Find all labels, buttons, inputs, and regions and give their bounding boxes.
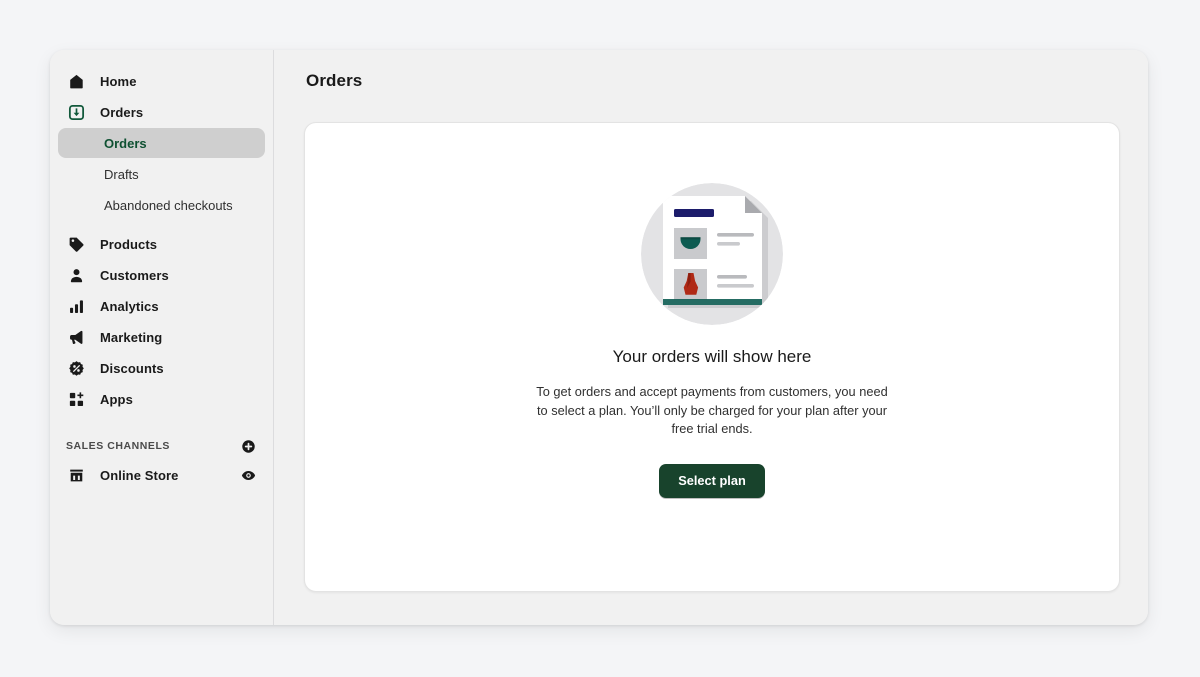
sidebar-item-analytics[interactable]: Analytics: [58, 291, 265, 321]
home-icon: [66, 71, 86, 91]
tag-icon: [66, 234, 86, 254]
content-card: Your orders will show here To get orders…: [304, 122, 1120, 592]
sidebar-subitem-orders[interactable]: Orders: [58, 128, 265, 158]
sidebar-item-discounts[interactable]: Discounts: [58, 353, 265, 383]
bar-chart-icon: [66, 296, 86, 316]
app-window: Home Orders Orders Drafts Abandoned chec…: [50, 50, 1148, 625]
storefront-icon: [66, 465, 86, 485]
empty-state-title: Your orders will show here: [612, 347, 812, 366]
sidebar-item-label: Customers: [100, 267, 169, 283]
sidebar-subitem-abandoned-checkouts[interactable]: Abandoned checkouts: [58, 190, 265, 220]
apps-icon: [66, 389, 86, 409]
sidebar-item-label: Products: [100, 236, 158, 252]
sidebar-item-marketing[interactable]: Marketing: [58, 322, 265, 352]
sidebar-item-customers[interactable]: Customers: [58, 260, 265, 290]
sidebar-item-online-store[interactable]: Online Store: [58, 460, 265, 490]
megaphone-icon: [66, 327, 86, 347]
sidebar-item-label: Discounts: [100, 360, 164, 376]
person-icon: [66, 265, 86, 285]
sidebar-item-label: Apps: [100, 391, 133, 407]
sidebar: Home Orders Orders Drafts Abandoned chec…: [50, 50, 274, 625]
sidebar-item-orders[interactable]: Orders: [58, 97, 265, 127]
orders-empty-illustration: [641, 183, 783, 325]
empty-state-body: To get orders and accept payments from c…: [536, 384, 888, 436]
sidebar-item-label: Online Store: [100, 467, 179, 483]
discount-icon: [66, 358, 86, 378]
sidebar-subitem-drafts[interactable]: Drafts: [58, 159, 265, 189]
sidebar-item-products[interactable]: Products: [58, 229, 265, 259]
sidebar-item-label: Marketing: [100, 329, 163, 345]
sales-channels-section-header: SALES CHANNELS: [58, 432, 265, 460]
sidebar-item-label: Analytics: [100, 298, 159, 314]
empty-state: Your orders will show here To get orders…: [502, 123, 922, 498]
sidebar-subitem-label: Drafts: [104, 166, 139, 182]
plus-circle-icon[interactable]: [239, 437, 257, 455]
sales-channels-heading: SALES CHANNELS: [66, 440, 170, 452]
select-plan-button[interactable]: Select plan: [659, 463, 765, 498]
sidebar-subitem-label: Orders: [104, 135, 147, 151]
sidebar-item-apps[interactable]: Apps: [58, 384, 265, 414]
sidebar-divider-gap: [58, 221, 265, 229]
page-title: Orders: [306, 71, 363, 90]
sidebar-item-label: Home: [100, 73, 137, 89]
sidebar-item-home[interactable]: Home: [58, 66, 265, 96]
main-content: Orders Your orders will show here To get…: [274, 50, 1148, 625]
eye-icon[interactable]: [239, 466, 257, 484]
sidebar-subitem-label: Abandoned checkouts: [104, 197, 233, 213]
orders-icon: [66, 102, 86, 122]
sidebar-item-label: Orders: [100, 104, 144, 120]
